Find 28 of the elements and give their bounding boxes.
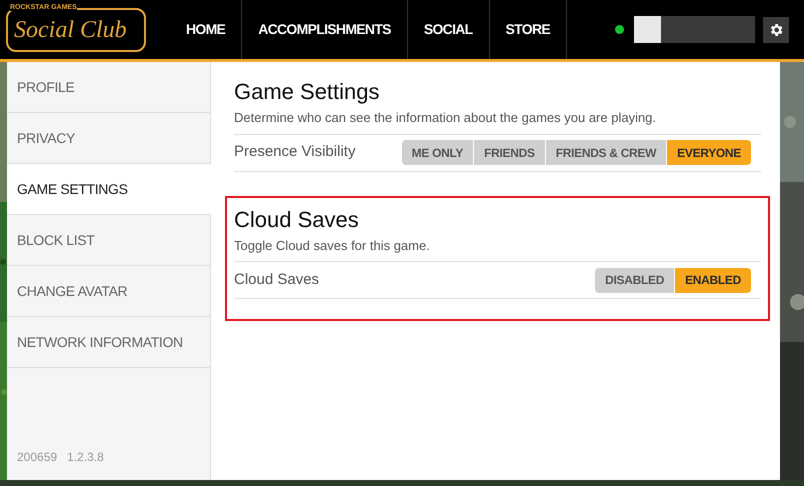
settings-icon (768, 22, 784, 38)
section-title: Game Settings (234, 78, 381, 106)
settings-button[interactable] (763, 16, 789, 42)
setting-label: Cloud Saves (234, 270, 320, 290)
sidebar-item[interactable]: NETWORK INFORMATION (7, 317, 210, 368)
sidebar-item[interactable]: GAME SETTINGS (7, 164, 211, 215)
sidebar-item[interactable]: PROFILE (7, 62, 210, 113)
option-button[interactable]: EVERYONE (667, 140, 751, 165)
sidebar-item[interactable]: CHANGE AVATAR (7, 266, 210, 317)
setting-label: Presence Visibility (234, 142, 356, 162)
sidebar-item[interactable]: BLOCK LIST (7, 215, 210, 266)
nav-link[interactable]: STORE (488, 0, 566, 59)
username-field[interactable] (661, 16, 755, 43)
option-button[interactable]: FRIENDS (474, 140, 545, 165)
section-description: Determine who can see the information about the games you are playing. (234, 109, 658, 127)
section-description: Toggle Cloud saves for this game. (234, 236, 431, 255)
section-title: Cloud Saves (234, 206, 360, 234)
option-button[interactable]: DISABLED (595, 268, 674, 292)
version-text: 200659 (17, 449, 58, 466)
logo-name: Social Club (14, 18, 128, 42)
nav-link[interactable]: ACCOMPLISHMENTS (241, 0, 407, 59)
version-text: 1.2.3.8 (67, 449, 104, 466)
nav-link[interactable]: SOCIAL (406, 0, 489, 59)
option-button[interactable]: ME ONLY (402, 140, 474, 165)
nav-link[interactable]: HOME (170, 0, 242, 59)
option-button[interactable]: ENABLED (675, 268, 751, 292)
avatar-icon (634, 16, 661, 43)
option-button[interactable]: FRIENDS & CREW (546, 140, 666, 165)
